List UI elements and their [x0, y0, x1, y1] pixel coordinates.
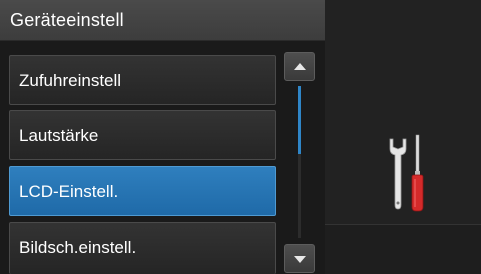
- menu-item-zufuhreinstell[interactable]: Zufuhreinstell: [9, 55, 276, 105]
- tools-icon: [387, 133, 429, 218]
- side-panel: [325, 0, 481, 274]
- menu-item-label: Bildsch.einstell.: [19, 238, 137, 257]
- scroll-thumb[interactable]: [298, 86, 301, 154]
- lcd-screen: Geräteeinstell Zufuhreinstell Lautstärke…: [0, 0, 481, 274]
- menu-item-bildsch-einstell[interactable]: Bildsch.einstell.: [9, 222, 276, 274]
- menu-item-label: Lautstärke: [19, 126, 99, 145]
- menu-item-label: LCD-Einstell.: [19, 182, 119, 201]
- menu-item-lcd-einstell[interactable]: LCD-Einstell.: [9, 166, 276, 216]
- scroll-down-button[interactable]: [284, 244, 315, 273]
- menu-item-label: Zufuhreinstell: [19, 71, 122, 90]
- arrow-down-icon: [294, 256, 306, 263]
- scroll-track[interactable]: [298, 86, 301, 238]
- page-title: Geräteeinstell: [10, 10, 124, 30]
- menu-panel: Geräteeinstell Zufuhreinstell Lautstärke…: [0, 0, 325, 274]
- menu-item-lautstaerke[interactable]: Lautstärke: [9, 110, 276, 160]
- header-bar: Geräteeinstell: [0, 0, 325, 41]
- arrow-up-icon: [294, 63, 306, 70]
- scroll-up-button[interactable]: [284, 52, 315, 81]
- scrollbar[interactable]: [284, 52, 315, 274]
